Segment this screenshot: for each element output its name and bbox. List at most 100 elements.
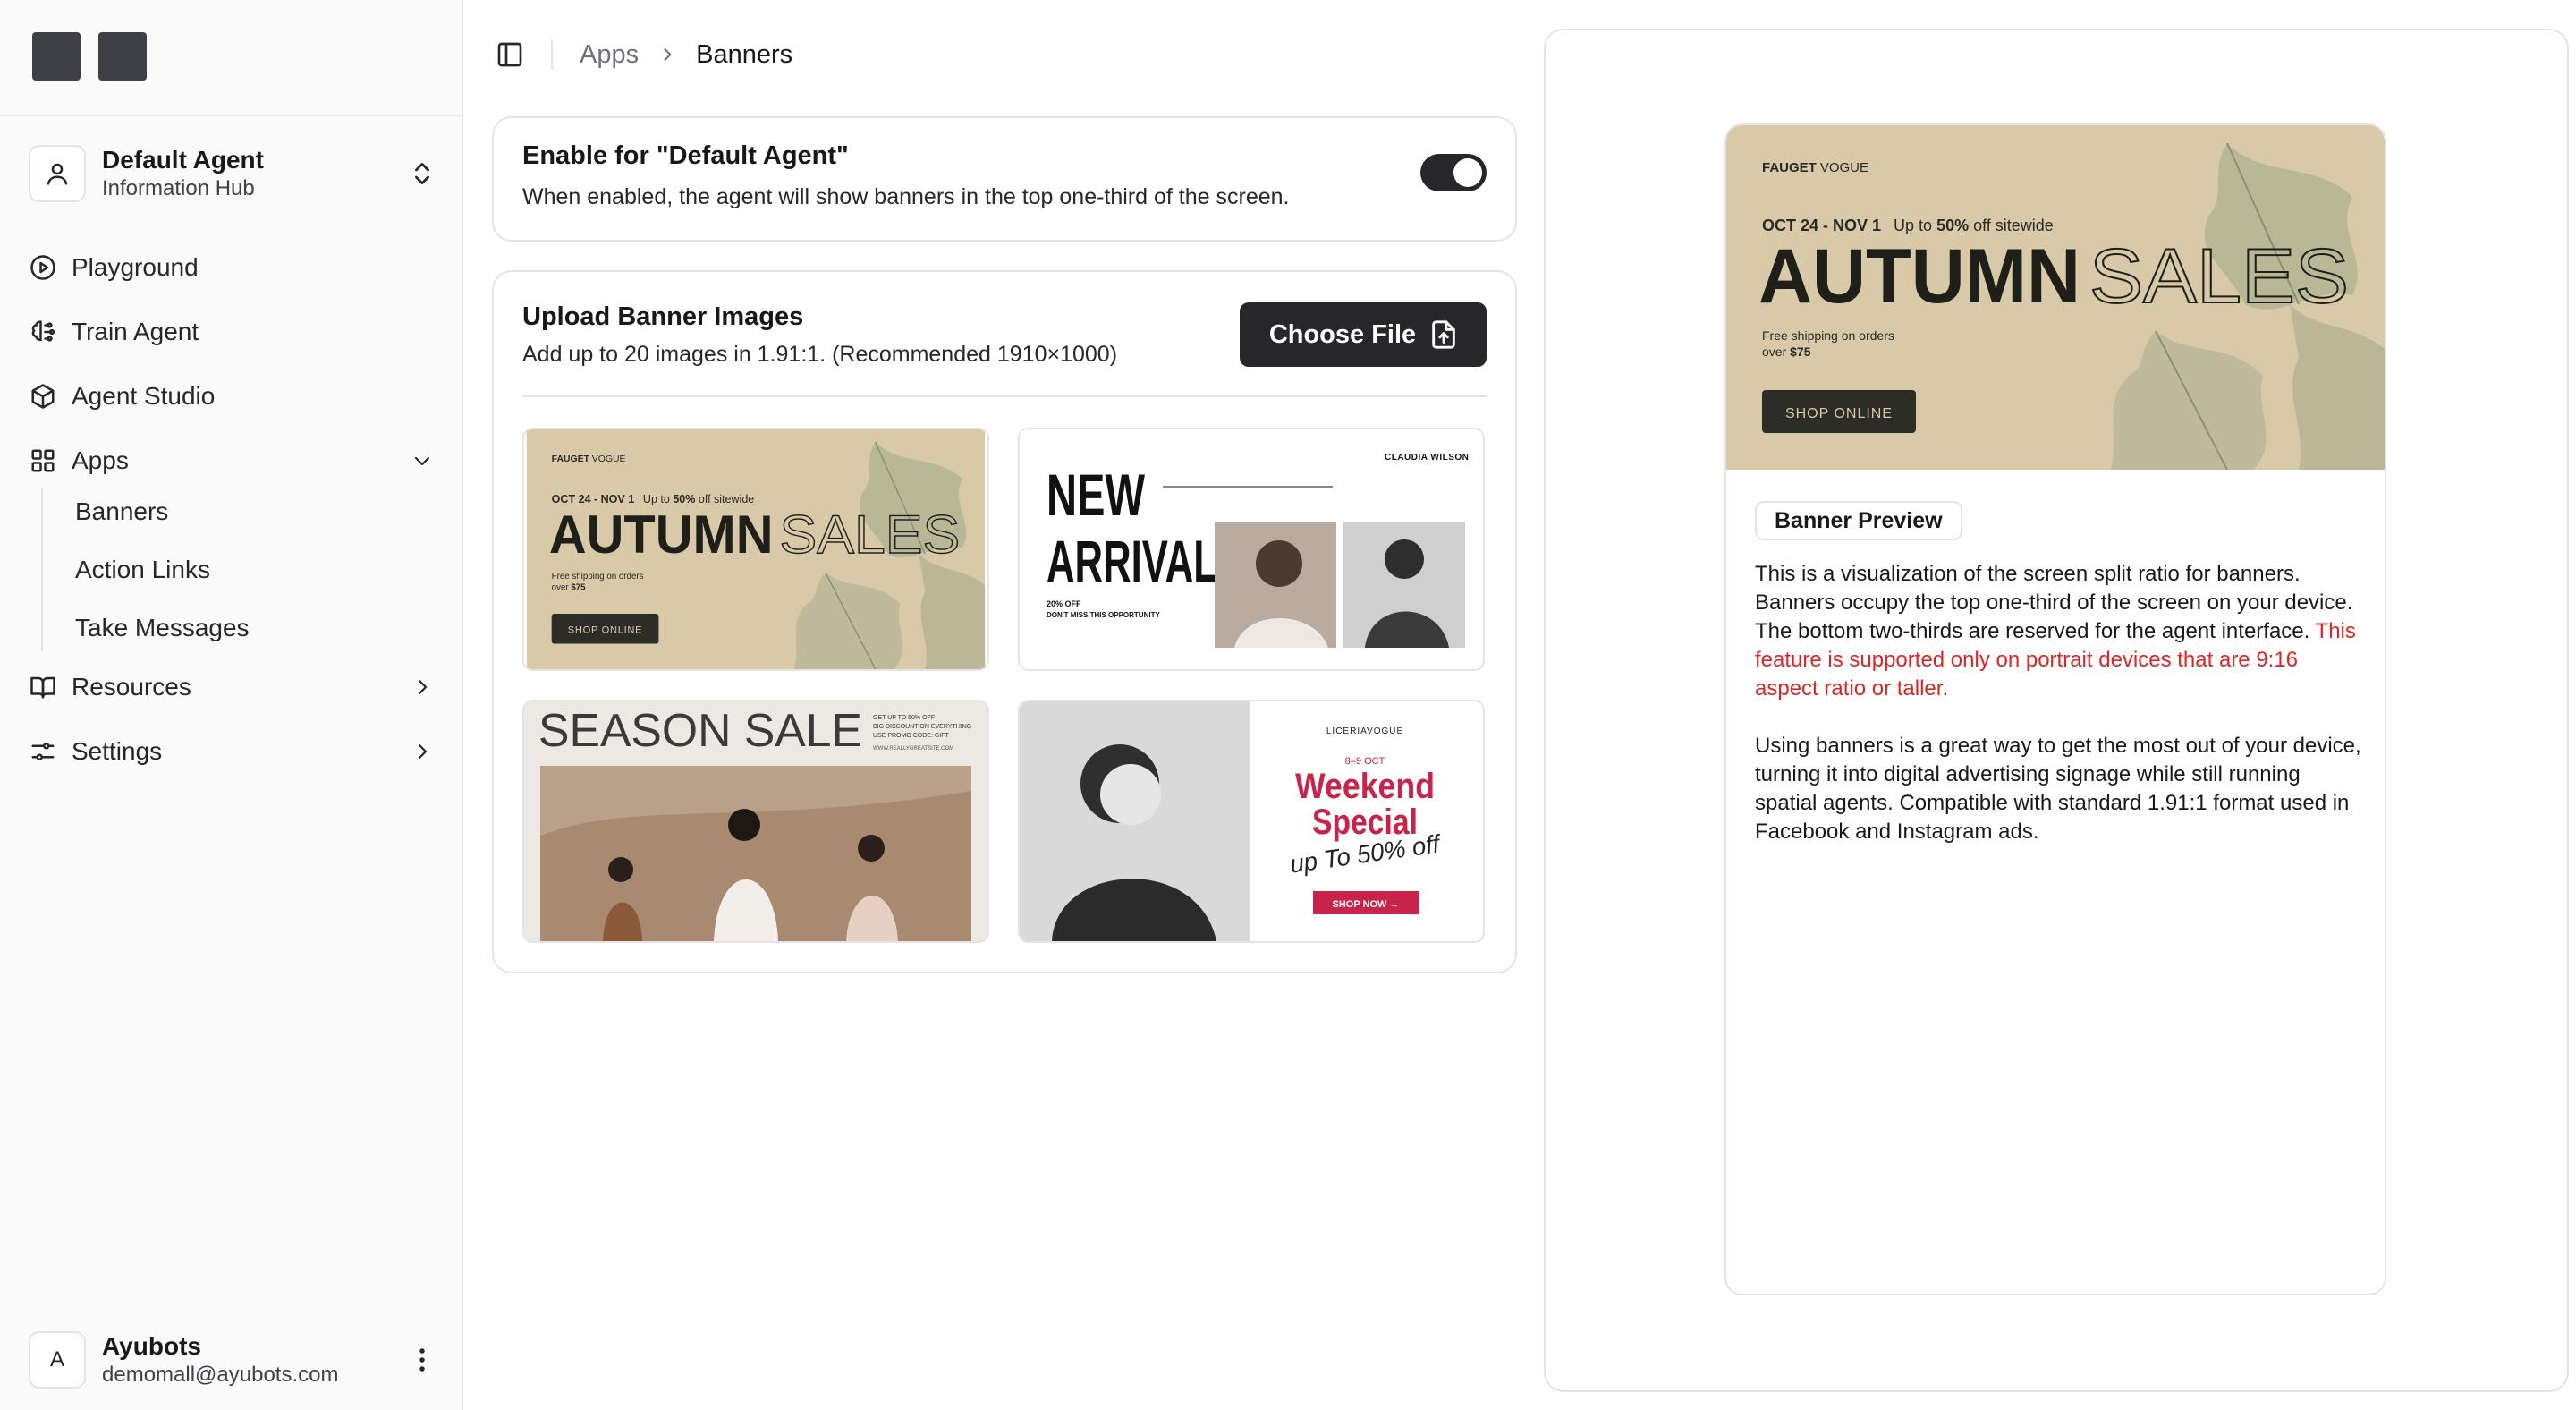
svg-text:over $75: over $75: [552, 583, 586, 593]
preview-ship-amt: $75: [1790, 344, 1811, 359]
banner-thumb-weekend[interactable]: LICERIAVOGUE 8–9 OCT Weekend Special up …: [1018, 700, 1485, 943]
autumn-dates: OCT 24 - NOV 1: [552, 493, 635, 505]
agent-switcher[interactable]: Default Agent Information Hub: [29, 141, 435, 206]
chevron-down-icon: [410, 448, 435, 473]
preview-brand-a: FAUGET: [1762, 160, 1817, 175]
autumn-ship-amt: $75: [571, 583, 586, 593]
upload-description: Add up to 20 images in 1.91:1. (Recommen…: [522, 342, 1118, 367]
weekend-line1: Weekend: [1295, 767, 1435, 806]
agent-name: Default Agent: [102, 146, 264, 174]
book-icon: [29, 673, 57, 701]
svg-text:OCT 24 - NOV 1Up to 50% off si: OCT 24 - NOV 1 Up to 50% off sitewide: [1762, 217, 2054, 234]
autumn-word2: SALES: [779, 505, 960, 565]
breadcrumb-current: Banners: [696, 39, 793, 69]
chevron-right-icon: [410, 675, 435, 700]
sidebar-item-playground[interactable]: Playground: [29, 243, 435, 292]
autumn-cta: SHOP ONLINE: [568, 625, 643, 636]
svg-text:OCT 24 - NOV 1Up to 50% off si: OCT 24 - NOV 1 Up to 50% off sitewide: [552, 493, 755, 505]
banner-thumb-arrivals[interactable]: CLAUDIA WILSON NEW ARRIVALS 20% OFF DON'…: [1018, 428, 1485, 671]
sidebar-subitem-banners[interactable]: Banners: [75, 488, 435, 535]
preview-promo-a: Up to: [1894, 217, 1936, 234]
autumn-banner-image: FAUGET VOGUE OCT 24 - NOV 1 Up to 50% off …: [526, 429, 986, 669]
agent-subtitle: Information Hub: [102, 176, 255, 200]
sidebar-item-resources[interactable]: Resources: [29, 663, 435, 711]
autumn-promo-a: Up to: [643, 493, 673, 505]
user-email: demomall@ayubots.com: [102, 1363, 339, 1387]
preview-description: This is a visualization of the screen sp…: [1755, 560, 2363, 846]
sidebar-subitem-take-messages[interactable]: Take Messages: [75, 605, 435, 651]
device-preview: FAUGET VOGUE OCT 24 - NOV 1 Up to 50% off …: [1724, 123, 2386, 1295]
user-account[interactable]: A Ayubots demomall@ayubots.com: [29, 1331, 435, 1389]
autumn-brand-b: VOGUE: [592, 454, 626, 464]
sidebar-subitem-action-links[interactable]: Action Links: [75, 547, 435, 593]
logo-square-left: [32, 32, 80, 81]
sidebar-item-label: Agent Studio: [72, 382, 216, 410]
preview-ship1: Free shipping on orders: [1762, 328, 1894, 343]
arrivals-offer1: 20% OFF: [1046, 599, 1081, 608]
weekend-dates: 8–9 OCT: [1345, 756, 1385, 767]
more-vertical-icon[interactable]: [410, 1342, 435, 1378]
sidebar-item-settings[interactable]: Settings: [29, 727, 435, 776]
sidebar-item-apps[interactable]: Apps: [29, 437, 435, 485]
banner-preview-badge: Banner Preview: [1755, 501, 1962, 540]
banner-thumb-season[interactable]: SEASON SALE GET UP TO 50% OFF BIG DISCOU…: [522, 700, 989, 943]
weekend-brand: LICERIAVOGUE: [1326, 726, 1403, 736]
sidebar-item-train-agent[interactable]: Train Agent: [29, 308, 435, 356]
upload-title: Upload Banner Images: [522, 302, 804, 331]
arrivals-line1: NEW: [1046, 462, 1146, 528]
autumn-ship1: Free shipping on orders: [552, 572, 644, 582]
banner-thumb-autumn[interactable]: FAUGET VOGUE OCT 24 - NOV 1 Up to 50% off …: [522, 428, 989, 671]
cube-icon: [29, 382, 57, 411]
topbar-separator: [551, 39, 553, 70]
season-banner-image: SEASON SALE GET UP TO 50% OFF BIG DISCOU…: [524, 701, 987, 941]
user-name: Ayubots: [102, 1332, 201, 1360]
season-note1: GET UP TO 50% OFF: [873, 715, 935, 721]
sidebar-item-label: Apps: [72, 446, 129, 474]
apps-subnav: Banners Action Links Take Messages: [41, 488, 435, 651]
enable-card: Enable for "Default Agent" When enabled,…: [492, 116, 1517, 242]
svg-text:FAUGETVOGUE: FAUGET VOGUE: [1762, 160, 1868, 175]
enable-title: Enable for "Default Agent": [522, 141, 849, 170]
breadcrumb-apps[interactable]: Apps: [580, 40, 639, 70]
sidebar-item-label: Playground: [72, 253, 199, 281]
season-note3: USE PROMO CODE: GIFT: [873, 733, 950, 739]
preview-cta: SHOP ONLINE: [1785, 406, 1893, 421]
sidebar-nav: Playground Train Agent Agent Studio Apps…: [29, 243, 435, 792]
weekend-cta: SHOP NOW →: [1333, 899, 1400, 910]
sidebar-toggle-icon[interactable]: [494, 38, 526, 71]
grid-icon: [29, 446, 57, 475]
preview-promo-b: off sitewide: [1969, 217, 2054, 234]
play-circle-icon: [29, 253, 57, 282]
sidebar-item-label: Resources: [72, 673, 191, 701]
sidebar-item-agent-studio[interactable]: Agent Studio: [29, 372, 435, 420]
preview-dates: OCT 24 - NOV 1: [1762, 217, 1881, 234]
upload-divider: [522, 395, 1487, 397]
chevron-up-down-icon: [410, 156, 435, 191]
user-avatar: A: [29, 1331, 86, 1389]
preview-ship2: over: [1762, 344, 1790, 359]
enable-toggle[interactable]: [1420, 154, 1487, 191]
toggle-knob: [1453, 158, 1482, 187]
sidebar-divider: [0, 115, 462, 116]
logo-square-right: [98, 32, 147, 81]
arrivals-offer2: DON'T MISS THIS OPPORTUNITY: [1046, 611, 1160, 619]
preview-p1: This is a visualization of the screen sp…: [1755, 562, 2353, 643]
autumn-word1: AUTUMN: [549, 505, 774, 565]
sliders-icon: [29, 737, 57, 766]
autumn-brand-a: FAUGET: [552, 454, 590, 464]
season-site: WWW.REALLYGREATSITE.COM: [873, 746, 953, 752]
topbar: Apps Banners: [494, 34, 792, 75]
preview-p2: Using banners is a great way to get the …: [1755, 734, 2361, 844]
choose-file-label: Choose File: [1268, 319, 1417, 349]
choose-file-button[interactable]: Choose File: [1240, 302, 1487, 367]
breadcrumb-chevron-icon: [658, 46, 676, 64]
preview-promo-pct: 50%: [1936, 217, 1969, 234]
season-note2: BIG DISCOUNT ON EVERYTHING: [873, 724, 971, 730]
season-title: SEASON SALE: [538, 705, 862, 757]
preview-brand-b: VOGUE: [1820, 160, 1868, 175]
arrivals-banner-image: CLAUDIA WILSON NEW ARRIVALS 20% OFF DON'…: [1020, 429, 1483, 669]
svg-text:FAUGETVOGUE: FAUGET VOGUE: [552, 454, 626, 464]
logo: [32, 32, 147, 81]
autumn-promo-pct: 50%: [673, 493, 695, 505]
svg-text:over $75: over $75: [1762, 344, 1811, 359]
